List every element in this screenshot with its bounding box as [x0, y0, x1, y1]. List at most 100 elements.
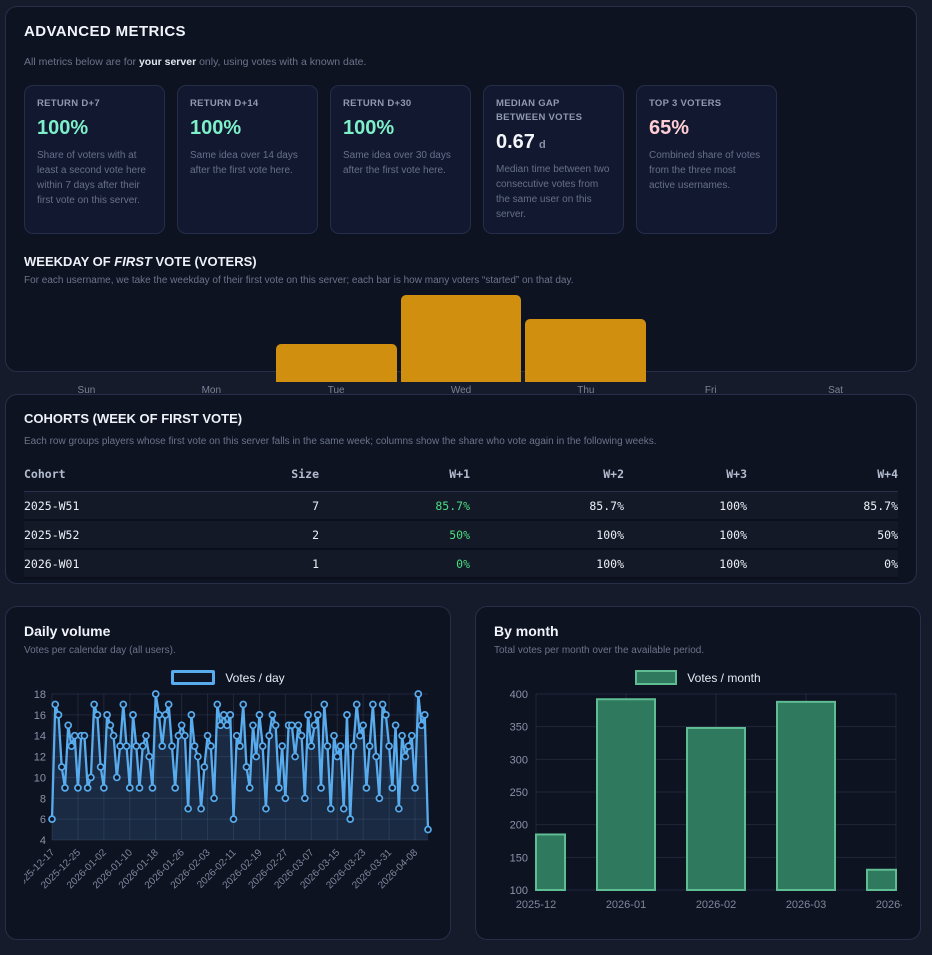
- data-point: [350, 743, 356, 749]
- data-point: [211, 795, 217, 801]
- weekday-chart[interactable]: [24, 295, 898, 382]
- data-point: [179, 722, 185, 728]
- data-point: [328, 806, 334, 812]
- by-month-subtitle: Total votes per month over the available…: [494, 645, 902, 656]
- data-point: [227, 712, 233, 718]
- y-axis-label: 10: [34, 772, 46, 784]
- cohort-column-header: W+3: [624, 467, 747, 481]
- data-point: [425, 827, 431, 833]
- cohort-cell: 85.7%: [747, 499, 898, 513]
- data-point: [256, 712, 262, 718]
- data-point: [111, 733, 117, 739]
- data-point: [143, 733, 149, 739]
- daily-volume-card: Daily volume Votes per calendar day (all…: [5, 606, 451, 940]
- metric-label: RETURN D+30: [343, 97, 458, 111]
- data-point: [331, 733, 337, 739]
- data-point: [240, 701, 246, 707]
- data-point: [237, 743, 243, 749]
- monthly-legend-label: Votes / month: [687, 671, 760, 685]
- data-point: [55, 712, 61, 718]
- y-axis-label: 200: [510, 820, 528, 832]
- monthly-chart-svg[interactable]: 1001502002503003504002025-122026-012026-…: [494, 686, 902, 921]
- weekday-chart-title: WEEKDAY OF FIRST VOTE (VOTERS): [24, 254, 898, 269]
- data-point: [91, 701, 97, 707]
- cohort-cell: 85.7%: [470, 499, 624, 513]
- cohort-cell: 100%: [624, 557, 747, 571]
- y-axis-label: 16: [34, 710, 46, 722]
- data-point: [305, 712, 311, 718]
- weekday-slot: [773, 295, 898, 382]
- data-point: [188, 712, 194, 718]
- advanced-metrics-subtitle: All metrics below are for your server on…: [24, 56, 898, 68]
- data-point: [127, 785, 133, 791]
- monthly-legend: Votes / month: [494, 669, 902, 686]
- month-bar: [597, 699, 655, 890]
- month-bar: [687, 728, 745, 890]
- data-point: [386, 743, 392, 749]
- cohort-cell: 2025-W51: [24, 499, 168, 513]
- data-point: [75, 785, 81, 791]
- x-axis-label: 2026-01: [606, 899, 646, 911]
- data-point: [182, 733, 188, 739]
- cohort-column-header: W+2: [470, 467, 624, 481]
- cohort-cell: 2: [168, 528, 319, 542]
- data-point: [198, 806, 204, 812]
- cohort-row: 2025-W52250%100%100%50%: [24, 521, 898, 550]
- data-point: [68, 743, 74, 749]
- metric-description: Same idea over 30 days after the first v…: [343, 148, 458, 178]
- subtitle-prefix: All metrics below are for: [24, 56, 139, 68]
- data-point: [412, 785, 418, 791]
- data-point: [195, 754, 201, 760]
- weekday-axis-label: Thu: [523, 385, 648, 396]
- data-point: [389, 785, 395, 791]
- daily-legend-swatch: [171, 670, 215, 685]
- data-point: [360, 722, 366, 728]
- daily-chart-svg[interactable]: 46810121416182025-12-172025-12-252026-01…: [24, 686, 432, 904]
- data-point: [422, 712, 428, 718]
- data-point: [234, 733, 240, 739]
- data-point: [367, 743, 373, 749]
- data-point: [370, 701, 376, 707]
- weekday-axis-label: Mon: [149, 385, 274, 396]
- data-point: [337, 743, 343, 749]
- cohort-row: 2026-W0110%100%100%0%: [24, 550, 898, 579]
- data-point: [159, 743, 165, 749]
- metric-value: 100%: [343, 117, 458, 140]
- daily-legend: Votes / day: [24, 669, 432, 686]
- data-point: [415, 691, 421, 697]
- data-point: [162, 712, 168, 718]
- metric-cards-row: RETURN D+7100%Share of voters with at le…: [24, 85, 898, 234]
- data-point: [62, 785, 68, 791]
- data-point: [101, 785, 107, 791]
- metric-card: RETURN D+14100%Same idea over 14 days af…: [177, 85, 318, 234]
- metric-value: 100%: [37, 117, 152, 140]
- data-point: [292, 754, 298, 760]
- cohort-cell: 100%: [470, 528, 624, 542]
- weekday-bar-thu: [525, 319, 646, 381]
- weekday-axis-label: Wed: [399, 385, 524, 396]
- data-point: [49, 816, 55, 822]
- data-point: [282, 795, 288, 801]
- data-point: [114, 774, 120, 780]
- by-month-title: By month: [494, 623, 902, 639]
- y-axis-label: 4: [40, 835, 46, 847]
- weekday-slot: [24, 295, 149, 382]
- weekday-slot: [149, 295, 274, 382]
- data-point: [357, 733, 363, 739]
- y-axis-label: 150: [510, 852, 528, 864]
- data-point: [334, 754, 340, 760]
- weekday-slot: [523, 295, 648, 382]
- data-point: [120, 701, 126, 707]
- cohort-column-header: W+4: [747, 467, 898, 481]
- y-axis-label: 8: [40, 793, 46, 805]
- data-point: [318, 785, 324, 791]
- weekday-axis-label: Sat: [773, 385, 898, 396]
- data-point: [208, 743, 214, 749]
- data-point: [140, 743, 146, 749]
- y-axis-label: 18: [34, 689, 46, 701]
- month-bar: [867, 870, 896, 890]
- metric-label: RETURN D+14: [190, 97, 305, 111]
- data-point: [243, 764, 249, 770]
- data-point: [396, 806, 402, 812]
- data-point: [201, 764, 207, 770]
